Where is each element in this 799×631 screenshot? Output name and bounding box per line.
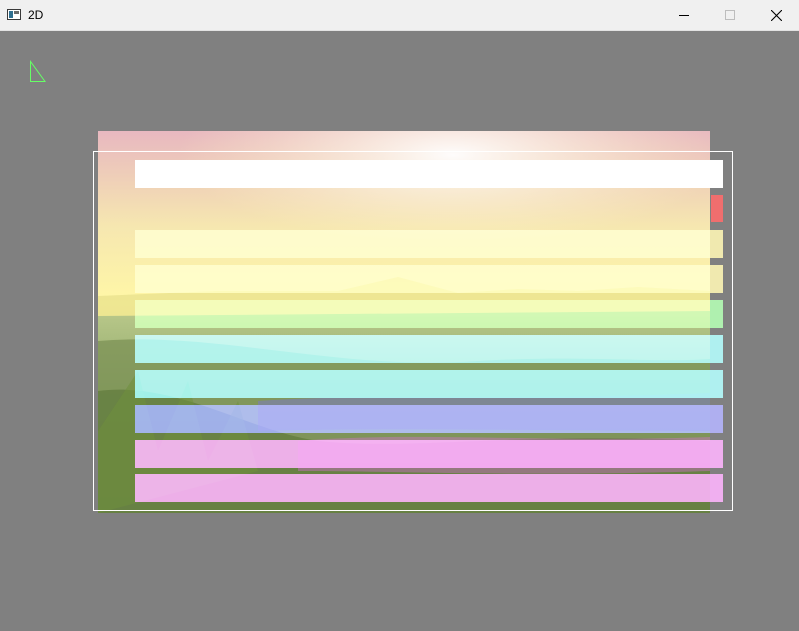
close-button[interactable] <box>753 0 799 30</box>
selection-frame[interactable] <box>93 151 733 511</box>
minimize-button[interactable] <box>661 0 707 30</box>
app-window-icon <box>7 9 21 20</box>
triangle-shape <box>30 60 46 82</box>
title-bar[interactable]: 2D <box>0 0 799 31</box>
window-title: 2D <box>28 8 44 22</box>
close-icon <box>770 9 782 21</box>
maximize-button[interactable] <box>707 0 753 30</box>
app-window: 2D <box>0 0 799 631</box>
maximize-icon <box>725 10 735 20</box>
minimize-icon <box>679 15 689 16</box>
